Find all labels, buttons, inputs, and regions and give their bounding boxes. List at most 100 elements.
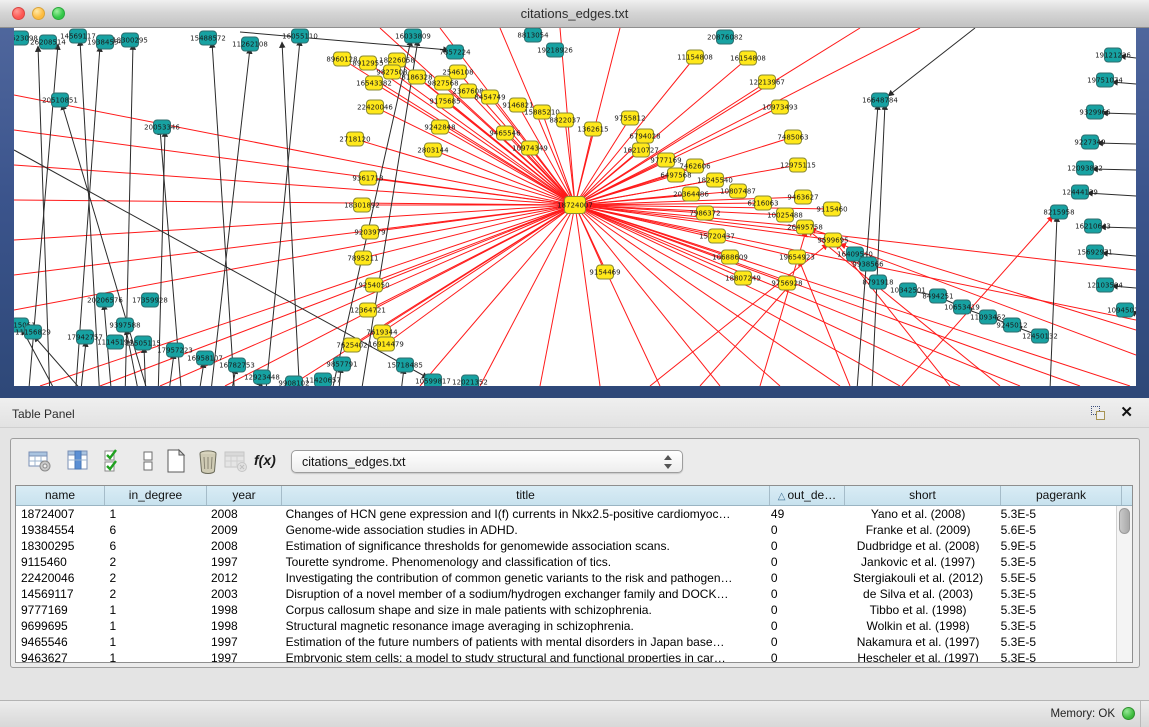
graph-node[interactable]: 10342501 [890, 283, 926, 297]
graph-node[interactable]: 7857224 [439, 45, 471, 59]
table-row[interactable]: 946362711997Embryonic stem cells: a mode… [16, 650, 1116, 662]
scrollbar-thumb[interactable] [1119, 508, 1130, 534]
graph-node[interactable]: 19121226 [1095, 48, 1131, 62]
table-settings-icon[interactable] [27, 448, 53, 474]
graph-node[interactable]: 12103504 [1087, 278, 1123, 292]
graph-node[interactable]: 10807487 [720, 184, 756, 198]
show-column-icon[interactable] [65, 448, 91, 474]
graph-node[interactable]: 9154469 [589, 265, 620, 279]
table-panel-title: Table Panel [12, 407, 75, 421]
graph-node[interactable]: 6794028 [629, 129, 660, 143]
table-row[interactable]: 1938455462009Genome-wide association stu… [16, 522, 1116, 538]
graph-node[interactable]: 9857791 [326, 357, 357, 371]
table-row[interactable]: 1830029562008Estimation of significance … [16, 538, 1116, 554]
graph-node[interactable]: 26495758 [787, 220, 823, 234]
graph-node[interactable]: 16914479 [368, 337, 404, 351]
row-height-icon[interactable] [135, 448, 161, 474]
float-panel-icon[interactable] [1091, 406, 1105, 420]
graph-node[interactable]: 2718120 [339, 132, 370, 146]
table-row[interactable]: 969969511998Structural magnetic resonanc… [16, 618, 1116, 634]
graph-node[interactable]: 1362615 [577, 122, 608, 136]
graph-node[interactable]: 15718485 [387, 358, 423, 372]
table-row[interactable]: 946554611997Estimation of the future num… [16, 634, 1116, 650]
graph-node[interactable]: 20876082 [707, 30, 743, 44]
graph-node[interactable]: 16055110 [282, 29, 318, 43]
graph-node[interactable]: 19751074 [1087, 73, 1123, 87]
graph-node[interactable]: 15488572 [190, 31, 226, 45]
graph-node[interactable]: 12021352 [452, 375, 488, 386]
graph-node[interactable]: 22420046 [357, 100, 393, 114]
column-header-pagerank[interactable]: pagerank [1001, 486, 1122, 505]
table-cell: Estimation of the future numbers of pati… [281, 634, 766, 650]
graph-node[interactable]: 12975115 [780, 158, 816, 172]
table-cell: 0 [766, 634, 841, 650]
graph-node[interactable]: 9397588 [109, 318, 140, 332]
graph-node[interactable]: 9699695 [817, 233, 848, 247]
graph-node[interactable]: 20053346 [144, 120, 180, 134]
graph-node[interactable]: 9203979 [354, 225, 385, 239]
graph-node-label: 10807487 [720, 188, 756, 196]
table-source-dropdown[interactable]: citations_edges.txt [291, 450, 683, 473]
graph-node[interactable]: 12444139 [1062, 185, 1098, 199]
graph-node[interactable]: 9242848 [424, 120, 455, 134]
table-row[interactable]: 911546021997Tourette syndrome. Phenomeno… [16, 554, 1116, 570]
float-front-square [1096, 411, 1105, 420]
graph-node[interactable]: 10688609 [712, 250, 748, 264]
table-cell: 19384554 [16, 522, 105, 538]
graph-node[interactable]: 9463627 [787, 190, 818, 204]
column-header-title[interactable]: title [282, 486, 770, 505]
graph-node[interactable]: 9329966 [1079, 105, 1111, 119]
graph-node[interactable]: 16648784 [862, 93, 898, 107]
graph-node[interactable]: 9254050 [358, 278, 389, 292]
delete-table-icon[interactable] [223, 448, 249, 474]
graph-node[interactable]: 10599817 [415, 374, 451, 386]
function-builder-icon[interactable]: f(x) [254, 452, 288, 468]
column-header-name[interactable]: name [16, 486, 105, 505]
select-rows-icon[interactable] [101, 448, 127, 474]
graph-node[interactable]: 10025488 [767, 208, 803, 222]
graph-node[interactable]: 9227349 [1074, 135, 1105, 149]
graph-node[interactable]: 12093822 [1067, 161, 1103, 175]
table-row[interactable]: 977716911998Corpus callosum shape and si… [16, 602, 1116, 618]
graph-node[interactable]: 8791918 [862, 275, 893, 289]
graph-node[interactable]: 16210643 [1075, 219, 1111, 233]
graph-node[interactable]: 16033809 [395, 29, 431, 43]
graph-node[interactable]: 18245540 [697, 173, 733, 187]
graph-node[interactable]: 8215958 [1043, 205, 1074, 219]
new-table-icon[interactable] [163, 448, 189, 474]
graph-node[interactable]: 15692971 [1077, 245, 1113, 259]
graph-node[interactable]: 7986372 [689, 206, 720, 220]
graph-node[interactable]: 17359928 [132, 293, 168, 307]
graph-node[interactable]: 19218926 [537, 43, 573, 57]
graph-node[interactable]: 7895211 [347, 251, 378, 265]
graph-node[interactable]: 9755812 [614, 111, 645, 125]
column-header-out_de[interactable]: △out_de… [770, 486, 845, 505]
column-header-short[interactable]: short [845, 486, 1001, 505]
table-row[interactable]: 1456911722003Disruption of a novel membe… [16, 586, 1116, 602]
delete-rows-icon[interactable] [195, 448, 221, 474]
table-row[interactable]: 1872400712008Changes of HCN gene express… [16, 506, 1116, 522]
table-cell: 0 [766, 602, 841, 618]
graph-node[interactable]: 19654923 [779, 250, 815, 264]
graph-node[interactable]: 12923448 [244, 370, 280, 384]
graph-node[interactable]: 9115460 [816, 202, 847, 216]
column-header-year[interactable]: year [207, 486, 282, 505]
graph-node[interactable]: 20510851 [42, 93, 78, 107]
graph-node[interactable]: 10973493 [762, 100, 798, 114]
graph-node[interactable]: 11262108 [232, 37, 268, 51]
graph-node[interactable]: 11154808 [677, 50, 713, 64]
network-canvas[interactable]: 8960128891295518226058982750881863281654… [14, 28, 1136, 386]
table-row[interactable]: 2242004622012Investigating the contribut… [16, 570, 1116, 586]
graph-node[interactable]: 8813054 [517, 28, 549, 42]
graph-node[interactable]: 16154808 [730, 51, 766, 65]
column-header-in_degree[interactable]: in_degree [105, 486, 207, 505]
close-panel-icon[interactable]: ✕ [1120, 403, 1133, 421]
graph-node[interactable]: 7485063 [777, 130, 808, 144]
vertical-scrollbar[interactable] [1116, 506, 1132, 662]
network-graph[interactable]: 8960128891295518226058982750881863281654… [14, 28, 1136, 386]
network-window-titlebar[interactable]: citations_edges.txt [0, 0, 1149, 28]
graph-node[interactable]: 20364486 [673, 187, 709, 201]
graph-node[interactable]: 9175685 [429, 94, 460, 108]
graph-node[interactable]: 12213967 [749, 75, 785, 89]
graph-node[interactable]: 16782753 [219, 358, 255, 372]
